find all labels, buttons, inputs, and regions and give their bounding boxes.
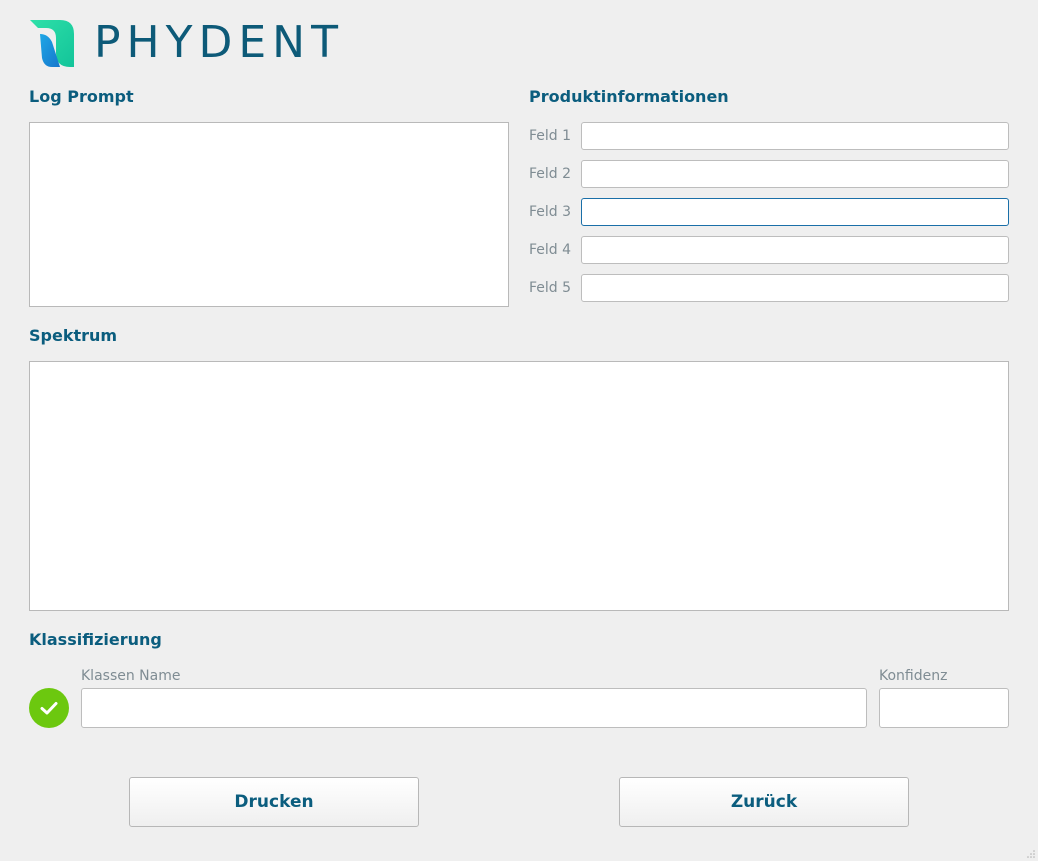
field-1-label: Feld 1 (529, 128, 572, 144)
confidence-label: Konfidenz (879, 668, 948, 684)
field-3-input[interactable] (581, 198, 1009, 226)
field-2-input[interactable] (581, 160, 1009, 188)
classification-status-badge (29, 688, 69, 728)
field-5-label: Feld 5 (529, 280, 572, 296)
field-3-label: Feld 3 (529, 204, 572, 220)
class-name-field[interactable] (81, 688, 867, 728)
log-prompt-textarea[interactable] (29, 122, 509, 307)
spectrum-plot-area (29, 361, 1009, 611)
brand-name: PHYDENT (94, 17, 344, 68)
field-4-input[interactable] (581, 236, 1009, 264)
phydent-logo-icon (30, 20, 74, 67)
confidence-field[interactable] (879, 688, 1009, 728)
spectrum-title: Spektrum (29, 326, 118, 345)
back-button[interactable]: Zurück (619, 777, 909, 827)
field-5-input[interactable] (581, 274, 1009, 302)
field-2-label: Feld 2 (529, 166, 572, 182)
check-icon (40, 702, 58, 715)
class-name-label: Klassen Name (81, 668, 181, 684)
field-1-input[interactable] (581, 122, 1009, 150)
resize-grip-icon[interactable] (1026, 849, 1036, 859)
field-4-label: Feld 4 (529, 242, 572, 258)
print-button[interactable]: Drucken (129, 777, 419, 827)
print-button-label: Drucken (234, 792, 314, 812)
log-prompt-title: Log Prompt (29, 87, 134, 106)
product-info-title: Produktinformationen (529, 87, 729, 106)
classification-title: Klassifizierung (29, 630, 162, 649)
back-button-label: Zurück (730, 792, 798, 812)
